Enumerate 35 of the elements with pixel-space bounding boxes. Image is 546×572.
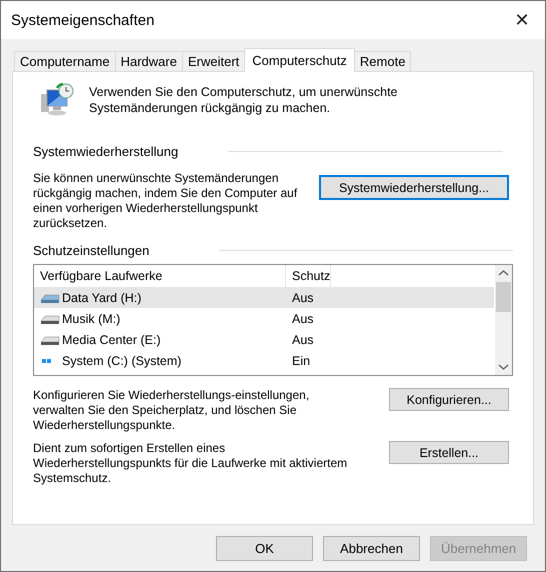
drive-row[interactable]: Data Yard (H:) Aus [34,287,494,308]
tab[interactable]: Computername [14,51,116,71]
drive-name: Musik (M:) [62,312,120,326]
system-restore-button[interactable]: Systemwiederherstellung... [319,175,509,200]
drive-name: Media Center (E:) [62,332,161,346]
tab[interactable]: Remote [354,51,412,71]
configure-description: Konfigurieren Sie Wiederherstellungs-einstellungen, verwalten Sie den Speicherplatz, und löschen Sie Wiederherstellungspunkte. [33,388,310,433]
protection-status: Aus [291,312,314,326]
group-heading: Schutzeinstellungen [33,243,150,258]
dialog-button[interactable]: OK [216,536,313,561]
protection-status: Ein [291,354,310,368]
drive-name: System (C:) (System) [62,354,182,368]
create-description: Dient zum sofortigen Erstellen eines Wiederherstellungspunkts für die Laufwerke mit aktiviertem Systemschutz. [33,441,348,486]
tab[interactable]: Computerschutz [244,48,355,72]
scroll-thumb[interactable] [496,282,511,312]
computer-clock-icon [39,82,75,118]
drive-icon [40,292,60,304]
close-button[interactable]: ✕ [499,1,545,39]
drive-icon [40,334,60,346]
window-title: Systemeigenschaften [11,12,154,28]
windows-drive-icon [42,358,51,362]
create-button[interactable]: Erstellen... [389,441,509,464]
scrollbar[interactable] [494,265,512,375]
protection-status: Aus [291,332,314,346]
group-heading: Systemwiederherstellung [33,144,178,159]
restore-description: Sie können unerwünschte Systemänderungen rückgängig machen, indem Sie den Computer auf einen vorherigen Wiederherstellungspunkt zurücksetzen. [33,171,298,231]
dialog-button[interactable]: Abbrechen [323,536,420,561]
drive-name: Data Yard (H:) [62,290,142,304]
configure-button[interactable]: Konfigurieren... [389,388,509,411]
drive-icon [40,312,60,324]
protection-status: Aus [291,290,314,304]
drive-row[interactable]: System (C:) (System) Ein [34,350,494,371]
drive-row[interactable]: Media Center (E:) Aus [34,329,494,350]
drive-row[interactable]: Musik (M:) Aus [34,308,494,329]
intro-text: Verwenden Sie den Computerschutz, um unerwünschte Systemänderungen rückgängig zu machen. [89,84,399,116]
